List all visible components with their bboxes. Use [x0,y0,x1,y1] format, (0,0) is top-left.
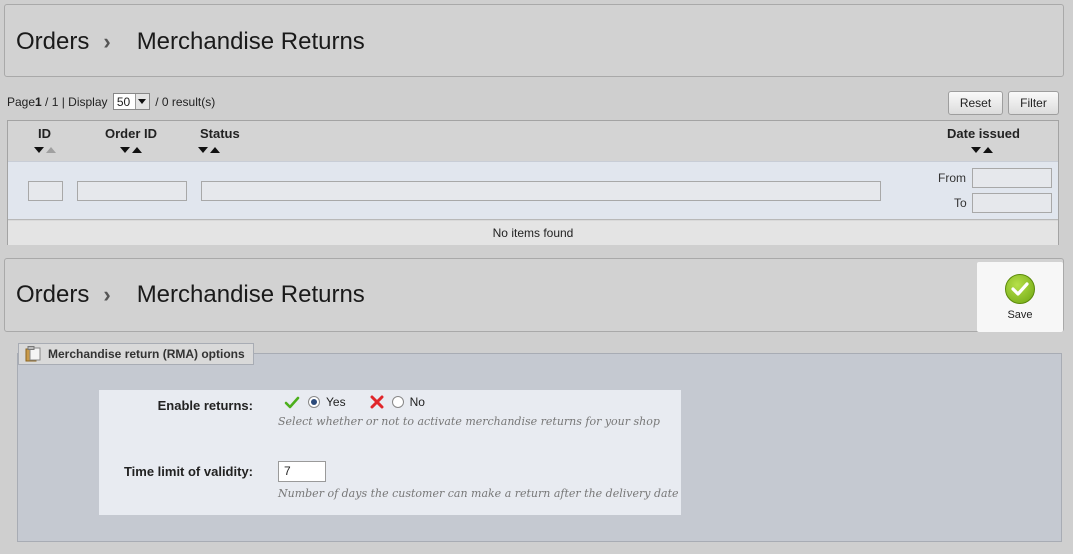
radio-no-label[interactable]: No [410,395,425,409]
filter-id-input[interactable] [28,181,63,201]
column-header-id: ID [38,126,51,141]
breadcrumb-current: Merchandise Returns [136,281,365,308]
table-header: ID Order ID Status Date issued [8,121,1058,161]
breadcrumb-current: Merchandise Returns [136,28,365,55]
sort-desc-icon[interactable] [34,147,44,153]
filter-order-id-input[interactable] [77,181,187,201]
rma-options-panel: Enable returns: Yes No Select whether or… [99,390,681,515]
options-toolbar: Orders › Merchandise Returns Save [4,258,1064,332]
enable-returns-hint: Select whether or not to activate mercha… [278,415,660,428]
display-select-value: 50 [116,94,131,109]
breadcrumb-separator: › [103,282,111,307]
sort-desc-icon[interactable] [971,147,981,153]
page-title: Orders › Merchandise Returns [16,281,365,309]
top-toolbar: Orders › Merchandise Returns [4,4,1064,77]
filter-button[interactable]: Filter [1008,91,1059,115]
pagination: Page 1 / 1 | Display 50 / 0 result(s) [7,93,215,110]
breadcrumb-separator: › [103,29,111,54]
sort-asc-icon[interactable] [210,147,220,153]
chevron-down-icon [134,94,149,109]
date-to-label: To [954,196,967,210]
sort-controls-order-id [120,147,142,153]
empty-message: No items found [8,221,1058,245]
date-from-input[interactable] [972,168,1052,188]
sort-asc-icon[interactable] [983,147,993,153]
radio-yes-label[interactable]: Yes [326,395,346,409]
time-limit-input[interactable]: 7 [278,461,326,482]
rma-options-legend: Merchandise return (RMA) options [18,343,254,365]
clipboard-icon [25,346,41,362]
enable-returns-radios: Yes No [284,395,425,409]
filter-row: From To [8,161,1058,220]
save-label: Save [1007,308,1033,321]
date-to-input[interactable] [972,193,1052,213]
sort-asc-icon[interactable] [132,147,142,153]
breadcrumb-parent[interactable]: Orders [16,28,89,56]
sort-desc-icon[interactable] [120,147,130,153]
page-current: 1 [35,94,42,109]
breadcrumb-parent[interactable]: Orders [16,281,89,309]
sort-controls-id [34,147,56,153]
returns-table: ID Order ID Status Date issued From To N… [7,120,1059,245]
yes-check-icon [284,396,300,408]
save-button[interactable]: Save [977,262,1063,332]
column-header-date-issued: Date issued [947,126,1020,141]
reset-button[interactable]: Reset [948,91,1003,115]
sort-controls-date [971,147,993,153]
display-select[interactable]: 50 [112,93,150,110]
time-limit-hint: Number of days the customer can make a r… [278,487,679,500]
column-header-order-id: Order ID [105,126,158,141]
enable-returns-label: Enable returns: [157,398,253,413]
radio-yes[interactable] [308,396,320,408]
sort-desc-icon[interactable] [198,147,208,153]
filter-status-input[interactable] [201,181,881,201]
radio-no[interactable] [391,396,404,408]
page-total: / 1 | Display [41,94,111,109]
column-header-status: Status [200,126,240,141]
page-label: Page [7,94,36,109]
time-limit-label: Time limit of validity: [123,464,253,479]
sort-controls-status [198,147,220,153]
legend-text: Merchandise return (RMA) options [48,347,245,361]
checkmark-icon [1005,273,1035,304]
result-count: / 0 result(s) [151,94,216,109]
no-cross-icon [370,395,384,409]
sort-asc-icon[interactable] [46,147,56,153]
date-from-label: From [938,171,966,185]
page-title: Orders › Merchandise Returns [16,28,365,56]
